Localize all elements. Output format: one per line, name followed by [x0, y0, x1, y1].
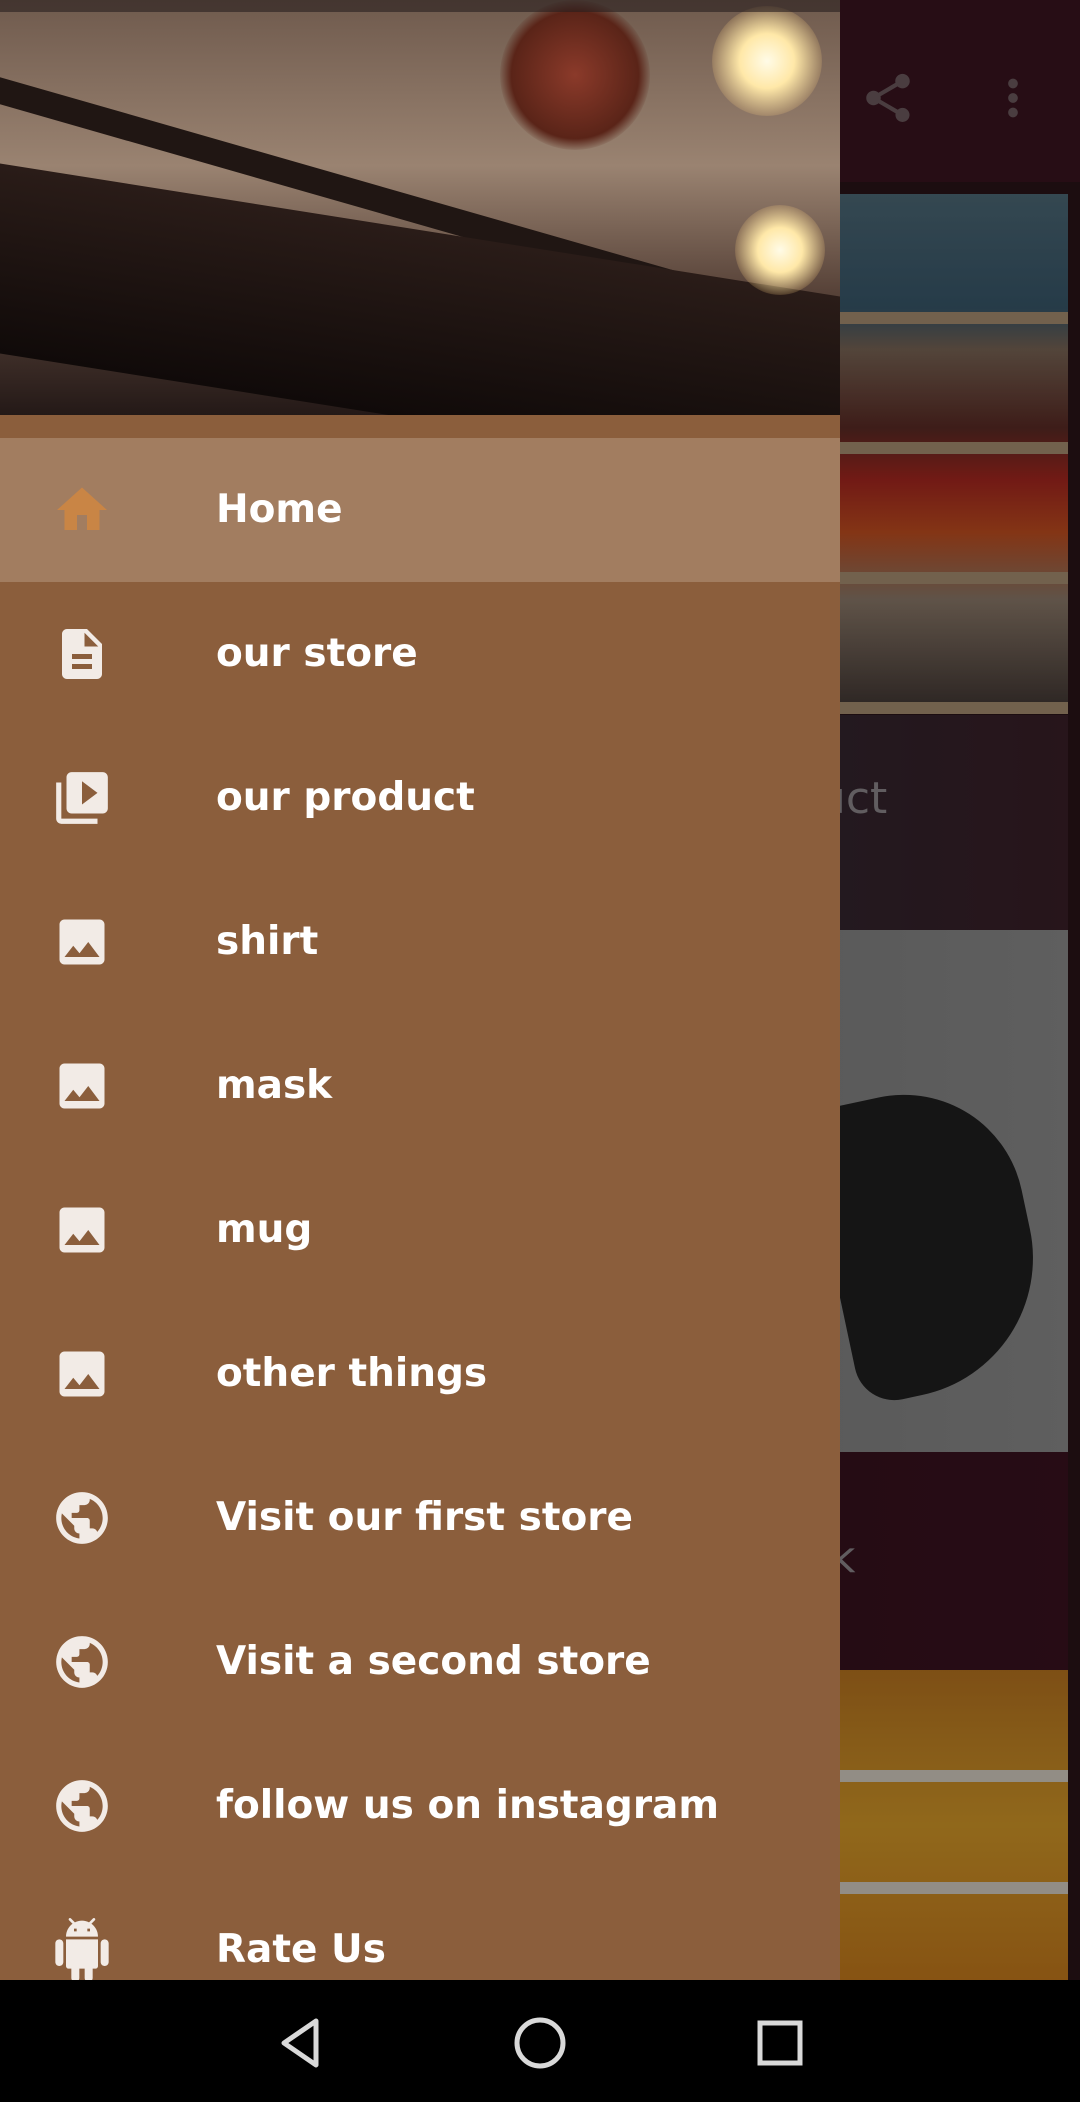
menu-item-label: mug: [216, 1207, 313, 1252]
globe-icon: [50, 1486, 114, 1550]
home-icon: [50, 478, 114, 542]
document-icon: [50, 622, 114, 686]
menu-item-our-store[interactable]: our store: [0, 582, 840, 726]
menu-item-label: Visit a second store: [216, 1639, 651, 1684]
navigation-drawer: Home our store our product shirt mask mu…: [0, 0, 840, 1980]
back-icon[interactable]: [255, 1998, 345, 2088]
image-icon: [50, 910, 114, 974]
menu-item-label: shirt: [216, 919, 319, 964]
menu-item-our-product[interactable]: our product: [0, 726, 840, 870]
menu-item-label: Rate Us: [216, 1927, 386, 1972]
globe-icon: [50, 1774, 114, 1838]
menu-item-label: Visit our first store: [216, 1495, 633, 1540]
light-bulb-shape: [712, 6, 822, 116]
menu-item-label: our store: [216, 631, 418, 676]
recents-icon[interactable]: [735, 1998, 825, 2088]
globe-icon: [50, 1630, 114, 1694]
video-library-icon: [50, 766, 114, 830]
menu-item-mug[interactable]: mug: [0, 1158, 840, 1302]
menu-item-instagram[interactable]: follow us on instagram: [0, 1734, 840, 1878]
drawer-header-image: [0, 0, 840, 415]
system-navigation-bar: [0, 1980, 1080, 2102]
image-icon: [50, 1054, 114, 1118]
home-circle-icon[interactable]: [495, 1998, 585, 2088]
menu-item-label: Home: [216, 487, 343, 532]
menu-item-shirt[interactable]: shirt: [0, 870, 840, 1014]
android-icon: [50, 1918, 114, 1980]
menu-item-label: other things: [216, 1351, 488, 1396]
light-bulb-shape: [735, 205, 825, 295]
menu-item-label: mask: [216, 1063, 333, 1108]
status-bar: [0, 0, 840, 12]
image-icon: [50, 1342, 114, 1406]
menu-item-label: follow us on instagram: [216, 1783, 720, 1828]
drawer-menu: Home our store our product shirt mask mu…: [0, 438, 840, 1980]
menu-item-label: our product: [216, 775, 475, 820]
image-icon: [50, 1198, 114, 1262]
lamp-shape: [500, 0, 650, 150]
menu-item-visit-second-store[interactable]: Visit a second store: [0, 1590, 840, 1734]
menu-item-mask[interactable]: mask: [0, 1014, 840, 1158]
menu-item-home[interactable]: Home: [0, 438, 840, 582]
menu-item-rate-us[interactable]: Rate Us: [0, 1878, 840, 1980]
menu-item-visit-first-store[interactable]: Visit our first store: [0, 1446, 840, 1590]
menu-item-other-things[interactable]: other things: [0, 1302, 840, 1446]
